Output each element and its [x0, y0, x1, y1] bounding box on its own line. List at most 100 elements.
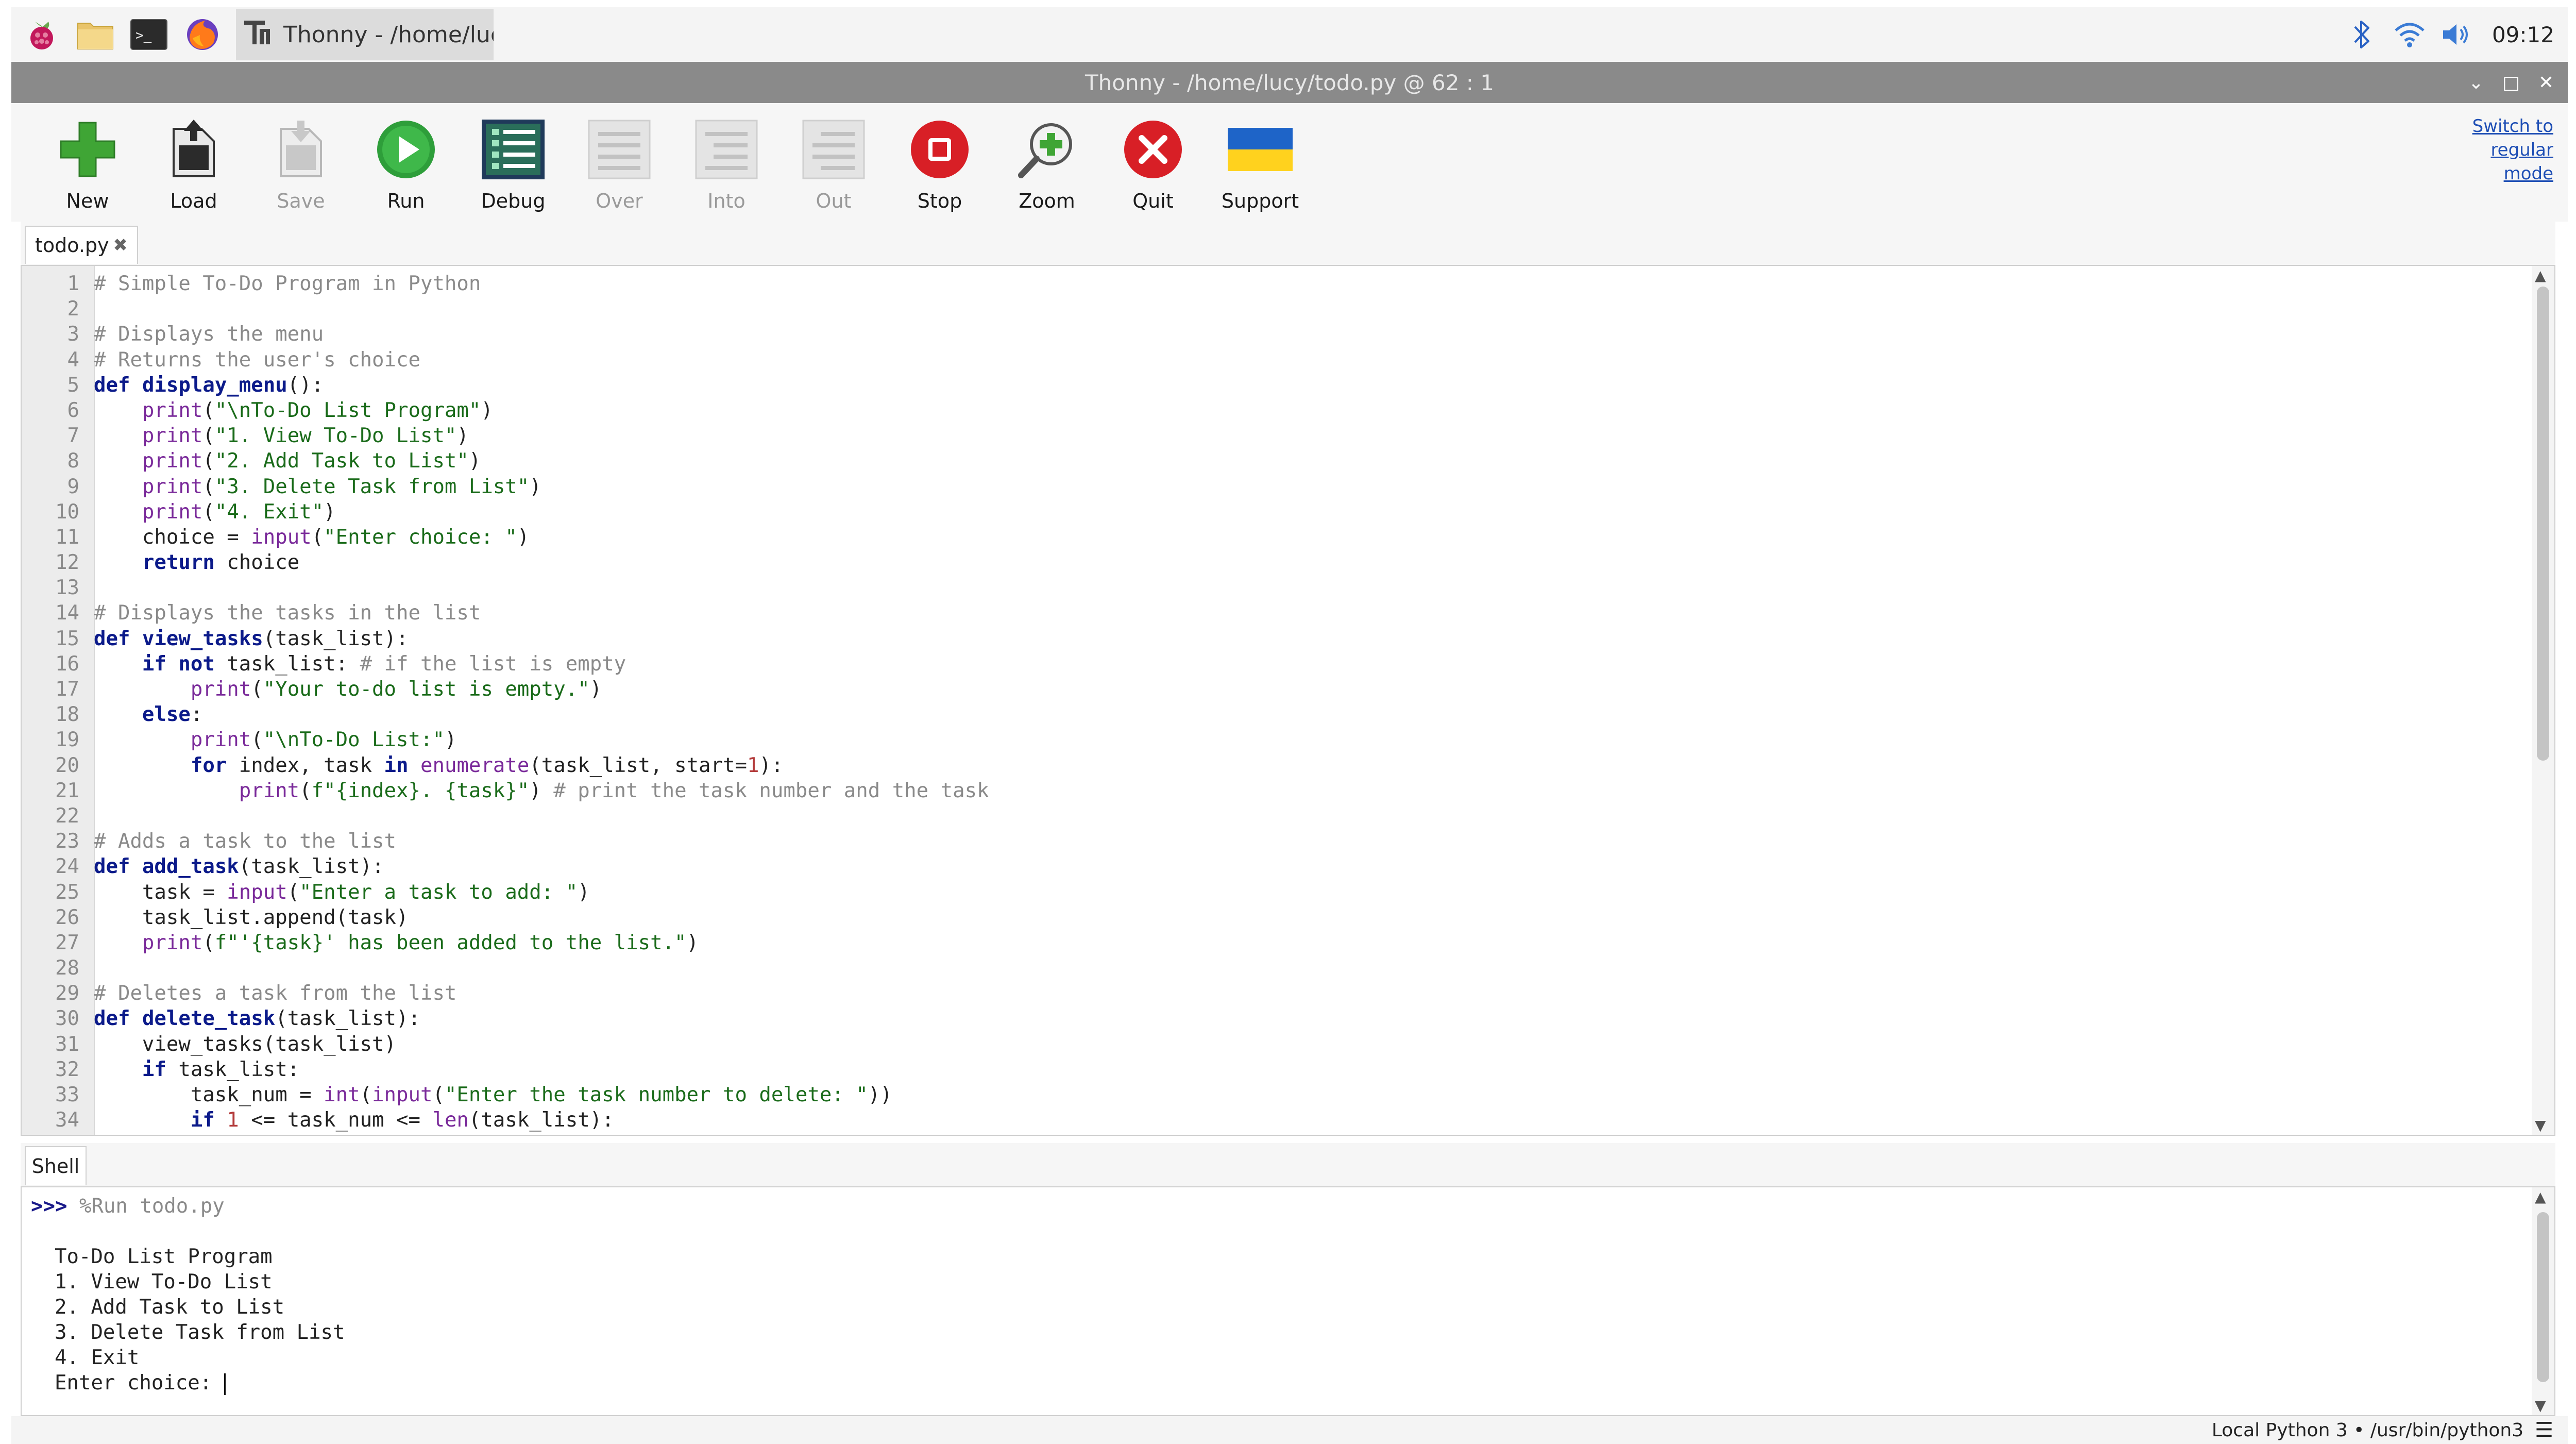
- editor-scrollbar[interactable]: ▲ ▼: [2532, 266, 2554, 1135]
- code-text: def display_menu():: [94, 373, 324, 397]
- code-line[interactable]: 31 view_tasks(task_list): [55, 1032, 2523, 1057]
- code-text: if not task_list: # if the list is empty: [142, 652, 626, 676]
- load-button[interactable]: Load: [142, 113, 245, 216]
- debug-button[interactable]: Debug: [462, 113, 565, 216]
- line-number: 10: [55, 500, 79, 524]
- code-line[interactable]: 25 task = input("Enter a task to add: "): [55, 880, 2523, 905]
- tab-todo-py[interactable]: todo.py ✖: [25, 226, 138, 264]
- code-text: def add_task(task_list):: [94, 855, 384, 879]
- code-line[interactable]: 27 print(f"'{task}' has been added to th…: [55, 930, 2523, 955]
- shell-panel[interactable]: >>> %Run todo.py To-Do List Program 1. Vi…: [21, 1186, 2555, 1416]
- volume-icon[interactable]: [2436, 14, 2478, 55]
- code-text: print(f"{index}. {task}") # print the ta…: [239, 779, 989, 802]
- window-titlebar[interactable]: Thonny - /home/lucy/todo.py @ 62 : 1 ⌄ □…: [11, 62, 2568, 103]
- step-over-icon: [583, 113, 655, 186]
- code-line[interactable]: 30 def delete_task(task_list):: [55, 1006, 2523, 1031]
- code-line[interactable]: 26 task_list.append(task): [55, 905, 2523, 930]
- code-line[interactable]: 3 # Displays the menu: [67, 322, 2523, 347]
- code-line[interactable]: 2: [67, 296, 2523, 322]
- code-text: # Deletes a task from the list: [94, 982, 457, 1005]
- taskbar-window-title: Thonny - /home/luc..: [283, 21, 494, 48]
- code-line[interactable]: 4 # Returns the user's choice: [67, 347, 2523, 373]
- shell-scroll-up-icon[interactable]: ▲: [2535, 1188, 2546, 1205]
- step-over-button[interactable]: Over: [568, 113, 671, 216]
- tab-shell[interactable]: Shell: [25, 1146, 87, 1185]
- code-line[interactable]: 15 def view_tasks(task_list):: [55, 626, 2523, 651]
- zoom-button[interactable]: Zoom: [995, 113, 1098, 216]
- code-line[interactable]: 7 print("1. View To-Do List"): [67, 423, 2523, 448]
- code-line[interactable]: 29 # Deletes a task from the list: [55, 981, 2523, 1006]
- code-line[interactable]: 5 def display_menu():: [67, 373, 2523, 398]
- wifi-icon[interactable]: [2389, 14, 2430, 55]
- maximize-icon[interactable]: □: [2501, 72, 2521, 93]
- hamburger-menu-icon[interactable]: ☰: [2535, 1418, 2553, 1442]
- new-button[interactable]: New: [36, 113, 139, 216]
- run-button[interactable]: Run: [354, 113, 457, 216]
- shell-tab-bar: Shell: [21, 1143, 2555, 1186]
- stop-button[interactable]: Stop: [888, 113, 991, 216]
- load-file-icon: [158, 113, 230, 186]
- code-line[interactable]: 17 print("Your to-do list is empty."): [55, 677, 2523, 702]
- code-line[interactable]: 10 print("4. Exit"): [55, 499, 2523, 525]
- close-window-icon[interactable]: ✕: [2536, 72, 2556, 93]
- code-line[interactable]: 6 print("\nTo-Do List Program"): [67, 398, 2523, 423]
- bluetooth-icon[interactable]: [2342, 14, 2383, 55]
- code-line[interactable]: 20 for index, task in enumerate(task_lis…: [55, 753, 2523, 778]
- scroll-down-icon[interactable]: ▼: [2535, 1117, 2546, 1134]
- code-line[interactable]: 12 return choice: [55, 550, 2523, 575]
- code-line[interactable]: 13: [55, 575, 2523, 600]
- shell-input-line[interactable]: Enter choice:: [31, 1370, 2523, 1396]
- step-out-icon: [798, 113, 870, 186]
- code-line[interactable]: 14 # Displays the tasks in the list: [55, 600, 2523, 626]
- terminal-icon[interactable]: >_: [126, 11, 172, 58]
- shell-scroll-down-icon[interactable]: ▼: [2535, 1397, 2546, 1414]
- shell-scroll-thumb[interactable]: [2537, 1212, 2549, 1382]
- code-line[interactable]: 34 if 1 <= task_num <= len(task_list):: [55, 1107, 2523, 1133]
- interpreter-selector[interactable]: Local Python 3 • /usr/bin/python3: [2212, 1420, 2523, 1441]
- code-line[interactable]: 32 if task_list:: [55, 1057, 2523, 1082]
- code-line[interactable]: 1 # Simple To-Do Program in Python: [67, 271, 2523, 296]
- raspberry-menu-icon[interactable]: [19, 11, 65, 58]
- zoom-magnifier-icon: [1011, 113, 1083, 186]
- code-editor[interactable]: 1 # Simple To-Do Program in Python 2 3 # Dis…: [21, 265, 2555, 1136]
- step-into-button[interactable]: Into: [675, 113, 778, 216]
- support-button[interactable]: Support: [1209, 113, 1312, 216]
- line-number: 33: [55, 1083, 79, 1106]
- code-text: task_num = int(input("Enter the task num…: [94, 1083, 892, 1106]
- save-button[interactable]: Save: [249, 113, 352, 216]
- scroll-up-icon[interactable]: ▲: [2535, 267, 2546, 284]
- quit-button[interactable]: Quit: [1101, 113, 1205, 216]
- shell-output: To-Do List Program 1. View To-Do List 2. A…: [31, 1219, 2523, 1370]
- code-line[interactable]: 21 print(f"{index}. {task}") # print the…: [55, 778, 2523, 803]
- close-tab-icon[interactable]: ✖: [113, 235, 128, 256]
- line-number: 7: [67, 424, 79, 448]
- line-number: 19: [55, 728, 79, 752]
- new-file-icon: [52, 113, 124, 186]
- switch-to-regular-mode-link[interactable]: Switch to regular mode: [2455, 114, 2553, 186]
- code-line[interactable]: 16 if not task_list: # if the list is em…: [55, 651, 2523, 677]
- code-line[interactable]: 23 # Adds a task to the list: [55, 829, 2523, 854]
- code-text-area[interactable]: 1 # Simple To-Do Program in Python 2 3 # Dis…: [55, 271, 2523, 1135]
- web-browser-icon[interactable]: [179, 11, 226, 58]
- code-line[interactable]: 8 print("2. Add Task to List"): [67, 448, 2523, 474]
- code-line[interactable]: 18 else:: [55, 702, 2523, 727]
- taskbar-thonny-window[interactable]: Thonny - /home/luc..: [236, 9, 494, 60]
- code-text: print("3. Delete Task from List"): [142, 475, 541, 498]
- code-line[interactable]: 33 task_num = int(input("Enter the task …: [55, 1082, 2523, 1107]
- debug-icon: [477, 113, 549, 186]
- code-line[interactable]: 22: [55, 803, 2523, 829]
- file-manager-icon[interactable]: [72, 11, 118, 58]
- code-line[interactable]: 24 def add_task(task_list):: [55, 854, 2523, 879]
- code-line[interactable]: 19 print("\nTo-Do List:"): [55, 727, 2523, 752]
- code-line[interactable]: 11 choice = input("Enter choice: "): [55, 525, 2523, 550]
- shell-scrollbar[interactable]: ▲ ▼: [2532, 1187, 2554, 1415]
- code-line[interactable]: 28: [55, 955, 2523, 981]
- step-out-button[interactable]: Out: [782, 113, 885, 216]
- line-number: 21: [55, 779, 79, 802]
- shell-content[interactable]: >>> %Run todo.py To-Do List Program 1. Vi…: [31, 1194, 2523, 1396]
- minimize-icon[interactable]: ⌄: [2466, 72, 2486, 93]
- editor-scroll-thumb[interactable]: [2537, 287, 2549, 761]
- code-line[interactable]: 9 print("3. Delete Task from List"): [67, 474, 2523, 499]
- clock[interactable]: 09:12: [2492, 22, 2554, 47]
- line-number: 26: [55, 905, 79, 929]
